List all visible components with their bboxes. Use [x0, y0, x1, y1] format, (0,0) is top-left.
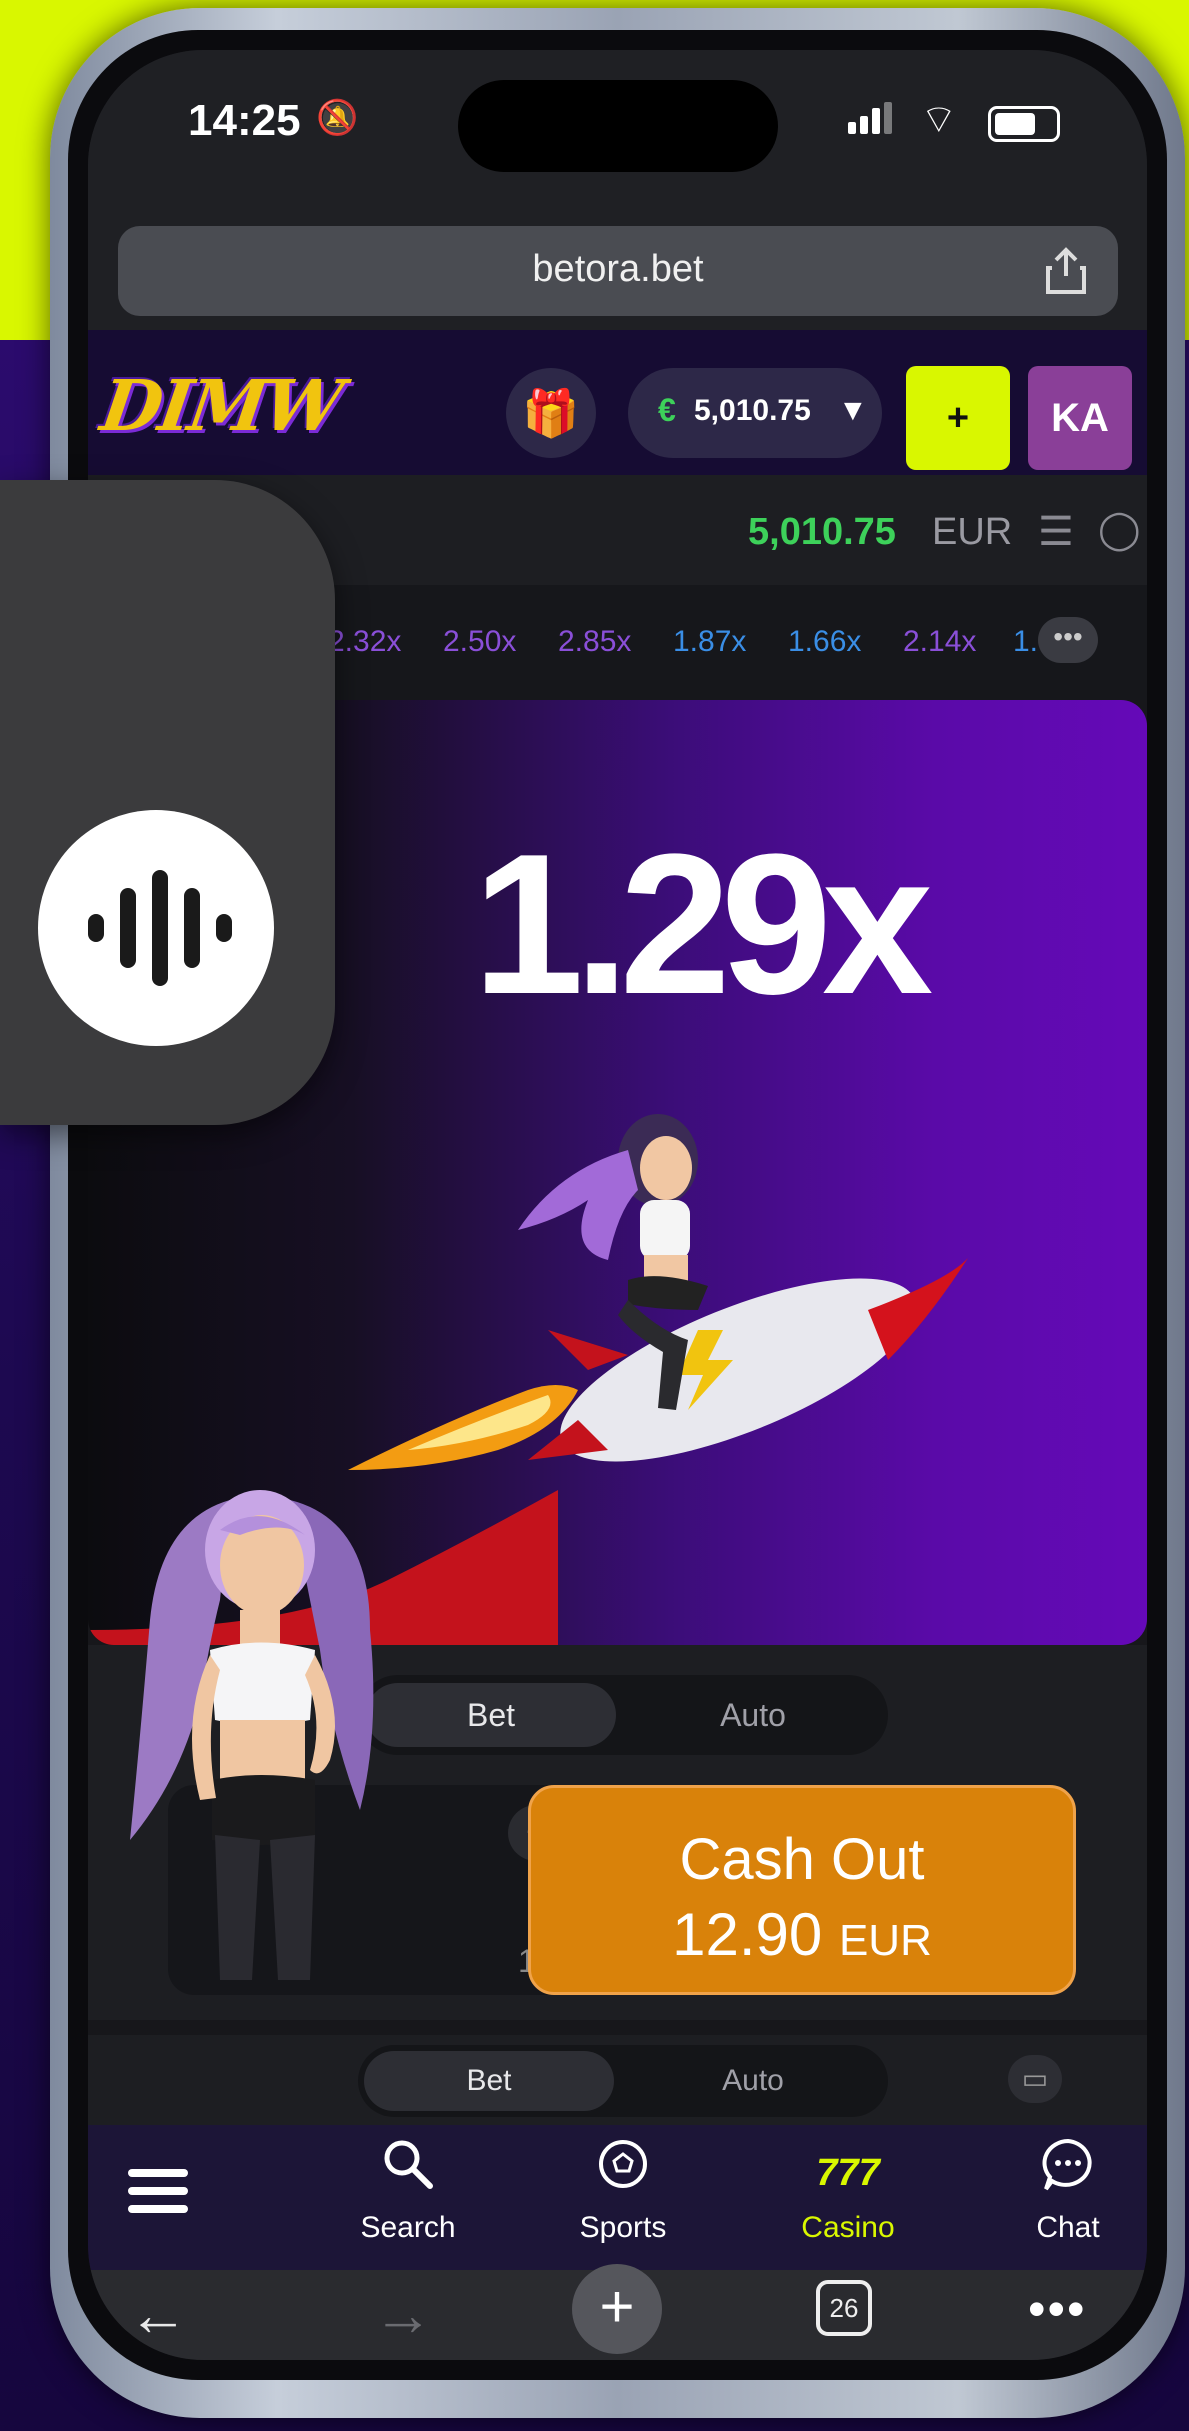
audio-waveform-button[interactable]: [38, 810, 274, 1046]
site-logo[interactable]: DIMW: [96, 364, 345, 447]
hamburger-menu-icon[interactable]: [128, 2169, 188, 2223]
cash-out-amount-line: 12.90 EUR: [531, 1900, 1073, 1969]
cash-out-amount: 12.90: [672, 1901, 823, 1968]
balance-currency: €: [658, 392, 676, 428]
game-chat-icon[interactable]: ◯: [1098, 507, 1141, 552]
history-multiplier: 2.14x: [903, 625, 977, 658]
tab-auto-2[interactable]: Auto: [628, 2051, 878, 2111]
nav-sports[interactable]: Sports: [543, 2135, 703, 2245]
status-time: 14:25: [188, 96, 301, 145]
waveform-bar: [184, 888, 200, 968]
share-icon[interactable]: [1044, 246, 1088, 296]
second-bet-panel: Bet Auto ▭: [88, 2035, 1147, 2125]
more-menu-icon[interactable]: •••: [1028, 2280, 1087, 2338]
user-avatar[interactable]: KA: [1028, 366, 1132, 470]
bottom-navigation: Search Sports 777 Casino Chat: [88, 2125, 1147, 2270]
chevron-down-icon: ▼: [838, 394, 868, 427]
mascot-character: [120, 1480, 420, 1985]
bet-mode-tabs: Bet Auto: [358, 1675, 888, 1755]
bet-mode-tabs-2: Bet Auto: [358, 2045, 888, 2117]
cellular-signal-icon: [848, 102, 896, 134]
history-multiplier: 1.87x: [673, 625, 747, 658]
tab-count-button[interactable]: 26: [816, 2280, 872, 2336]
voice-assistant-card: [0, 480, 335, 1125]
slot-777-icon: 777: [816, 2152, 880, 2194]
url-text: betora.bet: [532, 248, 704, 290]
cash-out-currency: EUR: [838, 1916, 932, 1965]
browser-toolbar: ← → + 26 •••: [88, 2264, 1147, 2360]
battery-icon: [988, 106, 1060, 142]
more-history-button[interactable]: •••: [1038, 617, 1098, 663]
history-multiplier: 1.66x: [788, 625, 862, 658]
waveform-bar: [152, 870, 168, 986]
site-header: DIMW 🎁 € 5,010.75 ▼ + KA: [88, 330, 1147, 475]
forward-arrow-icon[interactable]: →: [373, 2280, 433, 2349]
nav-search[interactable]: Search: [328, 2135, 488, 2245]
soccer-ball-icon: [543, 2135, 703, 2211]
game-menu-icon[interactable]: ☰: [1038, 509, 1074, 555]
wifi-icon: ⌔: [920, 98, 958, 142]
dynamic-island: [458, 80, 778, 172]
game-balance-currency: EUR: [932, 511, 1013, 553]
waveform-bar: [88, 914, 104, 942]
nav-casino-label: Casino: [801, 2211, 895, 2244]
waveform-bar: [216, 914, 232, 942]
history-multiplier: 2.85x: [558, 625, 632, 658]
balance-dropdown[interactable]: € 5,010.75 ▼: [628, 368, 882, 458]
nav-search-label: Search: [360, 2211, 456, 2244]
history-multiplier: 2.50x: [443, 625, 517, 658]
rocket-graphic: [328, 1090, 968, 1555]
tab-auto[interactable]: Auto: [628, 1683, 878, 1747]
new-tab-button[interactable]: +: [572, 2264, 662, 2354]
game-balance-amount: 5,010.75: [748, 511, 896, 553]
nav-sports-label: Sports: [579, 2211, 667, 2244]
nav-casino[interactable]: 777 Casino: [768, 2135, 928, 2245]
nav-chat-label: Chat: [1036, 2211, 1100, 2244]
history-multiplier: 2.32x: [328, 625, 402, 658]
phone-screen: 14:25 🔕 ⌔ betora.bet DIMW 🎁 € 5,010.75 ▼…: [88, 50, 1147, 2360]
phone-bezel: 14:25 🔕 ⌔ betora.bet DIMW 🎁 € 5,010.75 ▼…: [68, 30, 1167, 2380]
browser-url-bar: betora.bet: [88, 190, 1147, 330]
nav-chat[interactable]: Chat: [988, 2135, 1147, 2245]
waveform-bar: [120, 888, 136, 968]
current-multiplier: 1.29x: [472, 813, 934, 1036]
gift-icon[interactable]: 🎁: [506, 368, 596, 458]
cash-out-button[interactable]: Cash Out 12.90 EUR: [528, 1785, 1076, 1995]
back-arrow-icon[interactable]: ←: [128, 2280, 188, 2349]
deposit-button[interactable]: +: [906, 366, 1010, 470]
silent-bell-icon: 🔕: [316, 99, 359, 137]
address-field[interactable]: betora.bet: [118, 226, 1118, 316]
remove-bet-panel-icon[interactable]: ▭: [1008, 2055, 1062, 2103]
search-icon: [328, 2135, 488, 2211]
chat-bubble-icon: [988, 2135, 1147, 2211]
status-bar: 14:25 🔕 ⌔: [88, 50, 1147, 190]
cash-out-label: Cash Out: [679, 1827, 925, 1892]
tab-bet-2[interactable]: Bet: [364, 2051, 614, 2111]
history-multiplier: 1.: [1013, 625, 1039, 658]
balance-amount: 5,010.75: [694, 394, 811, 427]
